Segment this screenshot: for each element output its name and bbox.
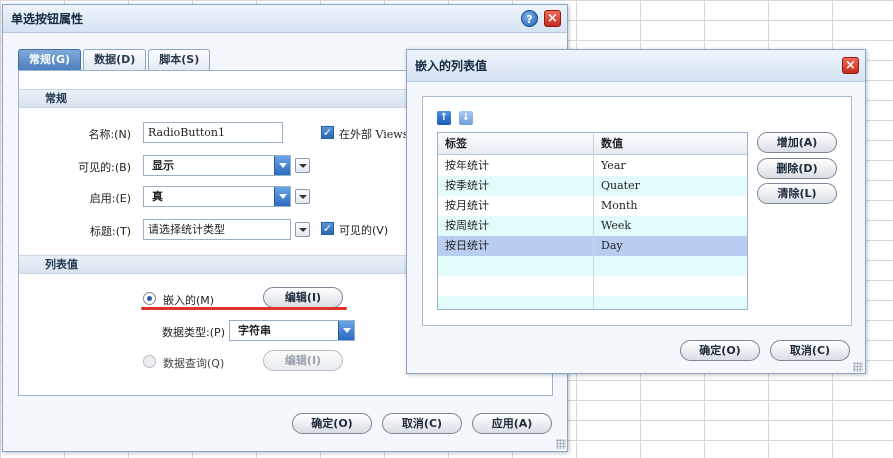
table-row[interactable]: 按月统计 Month [438, 196, 747, 216]
row-label: 按年统计 [438, 156, 594, 176]
embedded-cancel-button[interactable]: 取消(C) [770, 340, 850, 361]
resize-grip[interactable] [853, 362, 863, 372]
annotation-underline [141, 307, 347, 310]
embedded-radio[interactable] [143, 292, 156, 305]
empty-cell [438, 276, 594, 296]
enabled-label: 启用:(E) [89, 192, 131, 205]
caption-visible-label: 可见的(V) [339, 224, 389, 237]
data-query-radio[interactable] [143, 355, 156, 368]
row-label: 按季统计 [438, 176, 594, 196]
table-row-empty[interactable] [438, 276, 747, 296]
external-viewsheet-label: 在外部 Viewsh [339, 128, 416, 141]
tab-script[interactable]: 脚本(S) [148, 49, 211, 70]
table-row[interactable]: 按周统计 Week [438, 216, 747, 236]
caption-label: 标题:(T) [89, 225, 131, 238]
tab-bar: 常规(G) 数据(D) 脚本(S) [18, 49, 211, 70]
row-value: Month [601, 199, 638, 212]
table-row-empty[interactable] [438, 256, 747, 276]
chevron-down-icon[interactable] [274, 156, 290, 175]
table-row[interactable]: 按季统计 Quater [438, 176, 747, 196]
arrow-down-icon: ↓ [461, 112, 471, 123]
row-value: Year [601, 159, 626, 172]
add-button[interactable]: 增加(A) [757, 132, 837, 153]
title-bar[interactable]: 单选按钮属性 ? × [3, 5, 567, 33]
data-query-radio-label: 数据查询(Q) [163, 357, 225, 370]
main-cancel-button[interactable]: 取消(C) [382, 413, 462, 434]
enabled-option-dropdown[interactable] [295, 189, 310, 204]
column-header-label: 标签 [438, 133, 594, 154]
help-icon[interactable]: ? [521, 10, 538, 27]
move-up-button[interactable]: ↑ [437, 111, 451, 125]
row-value: Quater [601, 179, 640, 192]
table-row[interactable]: 按年统计 Year [438, 156, 747, 176]
caption-input[interactable]: 请选择统计类型 [143, 219, 291, 240]
data-type-select[interactable]: 字符串 [229, 320, 355, 341]
row-label: 按周统计 [438, 216, 594, 236]
dialog-title: 单选按钮属性 [11, 12, 84, 26]
table-row-selected[interactable]: 按日统计 Day [438, 236, 747, 256]
data-type-select-value: 字符串 [238, 324, 271, 337]
close-icon[interactable]: × [544, 10, 561, 27]
embedded-title-bar[interactable]: 嵌入的列表值 × [407, 50, 865, 82]
chevron-down-icon[interactable] [338, 321, 354, 340]
table-header: 标签 数值 [438, 133, 747, 155]
resize-grip[interactable] [556, 439, 566, 449]
move-down-button[interactable]: ↓ [459, 111, 473, 125]
enabled-select-value: 真 [152, 190, 163, 203]
empty-cell [595, 256, 747, 276]
caption-visible-checkbox[interactable]: ✓ [321, 222, 334, 235]
empty-cell [595, 296, 747, 309]
embedded-list-values-dialog: 嵌入的列表值 × ↑ ↓ 标签 数值 按年统计 Year 按季统计 Quater [406, 49, 866, 374]
embedded-dialog-title: 嵌入的列表值 [415, 59, 488, 73]
list-values-table: 标签 数值 按年统计 Year 按季统计 Quater 按月统计 Month 按… [437, 132, 748, 310]
external-viewsheet-checkbox[interactable]: ✓ [321, 126, 334, 139]
main-ok-button[interactable]: 确定(O) [292, 413, 372, 434]
column-header-value: 数值 [601, 137, 623, 150]
embedded-radio-label: 嵌入的(M) [163, 294, 215, 307]
visible-select-value: 显示 [152, 159, 174, 172]
embedded-ok-button[interactable]: 确定(O) [680, 340, 760, 361]
visible-label: 可见的:(B) [78, 161, 131, 174]
tab-data[interactable]: 数据(D) [83, 49, 147, 70]
caption-option-dropdown[interactable] [295, 222, 310, 237]
tab-general[interactable]: 常规(G) [18, 49, 82, 70]
embedded-content-panel: ↑ ↓ 标签 数值 按年统计 Year 按季统计 Quater 按月统计 Mon… [422, 96, 852, 326]
empty-cell [438, 296, 594, 309]
arrow-up-icon: ↑ [439, 112, 449, 123]
row-value: Day [601, 239, 623, 252]
visible-option-dropdown[interactable] [295, 158, 310, 173]
table-row-empty[interactable] [438, 296, 747, 309]
row-value: Week [601, 219, 632, 232]
name-label: 名称:(N) [88, 128, 131, 141]
main-apply-button[interactable]: 应用(A) [472, 413, 552, 434]
edit-query-button[interactable]: 编辑(I) [263, 350, 343, 371]
delete-button[interactable]: 删除(D) [757, 158, 837, 179]
empty-cell [595, 276, 747, 296]
chevron-down-icon[interactable] [274, 187, 290, 206]
data-type-label: 数据类型:(P) [162, 326, 225, 339]
clear-button[interactable]: 清除(L) [757, 183, 837, 204]
name-input[interactable]: RadioButton1 [143, 122, 283, 143]
row-label: 按月统计 [438, 196, 594, 216]
close-icon[interactable]: × [842, 57, 859, 74]
visible-select[interactable]: 显示 [143, 155, 291, 176]
enabled-select[interactable]: 真 [143, 186, 291, 207]
row-label: 按日统计 [438, 236, 594, 256]
empty-cell [438, 256, 594, 276]
edit-embedded-button[interactable]: 编辑(I) [263, 287, 343, 308]
